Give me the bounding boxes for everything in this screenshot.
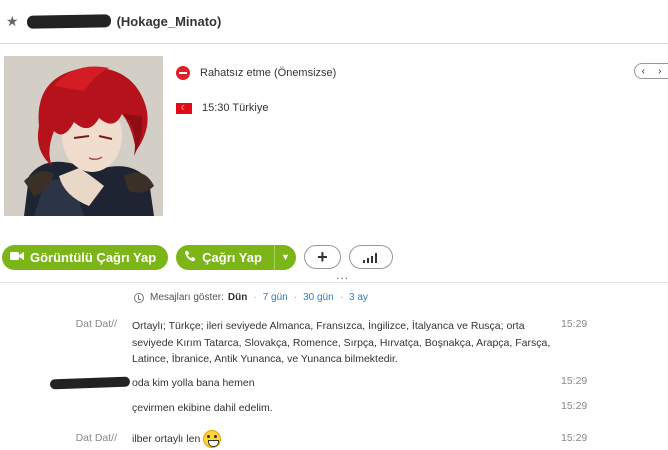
message-time: 15:29	[561, 400, 588, 412]
divider	[0, 282, 668, 283]
contact-name: (Hokage_Minato)	[116, 14, 222, 29]
call-label: Çağrı Yap	[202, 249, 262, 265]
status-text: Rahatsız etme (Önemsizse)	[200, 67, 337, 79]
message-item: çevirmen ekibine dahil edelim. 15:29	[0, 400, 668, 418]
profile-pager: ‹ ›	[634, 63, 668, 79]
local-time-text: 15:30 Türkiye	[202, 102, 269, 114]
do-not-disturb-icon	[176, 66, 190, 80]
phone-icon	[184, 250, 196, 265]
history-option-3-months[interactable]: 3 ay	[349, 292, 368, 303]
profile-panel: Rahatsız etme (Önemsizse) ☾ 15:30 Türkiy…	[0, 44, 668, 244]
message-time: 15:29	[561, 432, 588, 444]
redacted-sender-mark	[49, 376, 131, 390]
grin-emoji-icon	[203, 430, 222, 448]
message-text: ilber ortaylı len	[132, 432, 201, 445]
clock-icon	[134, 292, 144, 303]
call-actions: Görüntülü Çağrı Yap Çağrı Yap ▼ +	[2, 244, 401, 270]
message-text: Ortaylı; Türkçe; ileri seviyede Almanca,…	[132, 320, 551, 365]
pager-prev-button[interactable]: ‹	[642, 66, 645, 77]
conversation-header: ★ (Hokage_Minato)	[0, 0, 668, 44]
turkey-flag-icon: ☾	[176, 102, 192, 114]
call-options-chevron-down-icon[interactable]: ▼	[273, 244, 296, 270]
history-option-30-days[interactable]: 30 gün	[303, 292, 334, 303]
call-quality-button[interactable]	[348, 245, 393, 269]
signal-bars-icon	[362, 253, 377, 263]
video-call-label: Görüntülü Çağrı Yap	[30, 249, 157, 265]
separator-dot: ·	[339, 292, 344, 303]
message-sender: Dat Dat//	[75, 318, 117, 330]
message-text-wrapper: ilber ortaylı len	[132, 430, 552, 448]
message-item: Dat Dat// Ortaylı; Türkçe; ileri seviyed…	[0, 318, 668, 370]
plus-icon: +	[317, 247, 328, 267]
separator-dot: ·	[293, 292, 298, 303]
message-text: çevirmen ekibine dahil edelim.	[132, 402, 273, 414]
video-call-button[interactable]: Görüntülü Çağrı Yap	[2, 244, 169, 270]
pager-next-button[interactable]: ›	[658, 66, 661, 77]
history-option-yesterday[interactable]: Dün	[228, 292, 247, 303]
history-label: Mesajları göster:	[150, 292, 224, 303]
favorite-star-icon[interactable]: ★	[6, 13, 19, 30]
message-time: 15:29	[561, 318, 588, 330]
message-time: 15:29	[561, 375, 588, 387]
avatar-illustration	[4, 56, 163, 216]
call-button[interactable]: Çağrı Yap ▼	[176, 244, 296, 270]
avatar[interactable]	[4, 56, 163, 216]
history-filter: Mesajları göster: Dün · 7 gün · 30 gün ·…	[134, 292, 368, 303]
separator-dot: ·	[253, 292, 257, 303]
redacted-name-mark	[26, 14, 111, 29]
message-sender: Dat Dat//	[75, 432, 117, 444]
add-button[interactable]: +	[303, 245, 341, 269]
more-options-button[interactable]: ...	[336, 268, 349, 282]
local-time-row: ☾ 15:30 Türkiye	[176, 102, 268, 114]
message-text: oda kim yolla bana hemen	[132, 377, 255, 389]
video-camera-icon	[10, 250, 24, 264]
history-option-7-days[interactable]: 7 gün	[263, 292, 288, 303]
message-item: Dat Dat// ilber ortaylı len 15:29	[0, 430, 668, 450]
status-row: Rahatsız etme (Önemsizse)	[176, 66, 336, 80]
message-item: oda kim yolla bana hemen 15:29	[0, 375, 668, 393]
